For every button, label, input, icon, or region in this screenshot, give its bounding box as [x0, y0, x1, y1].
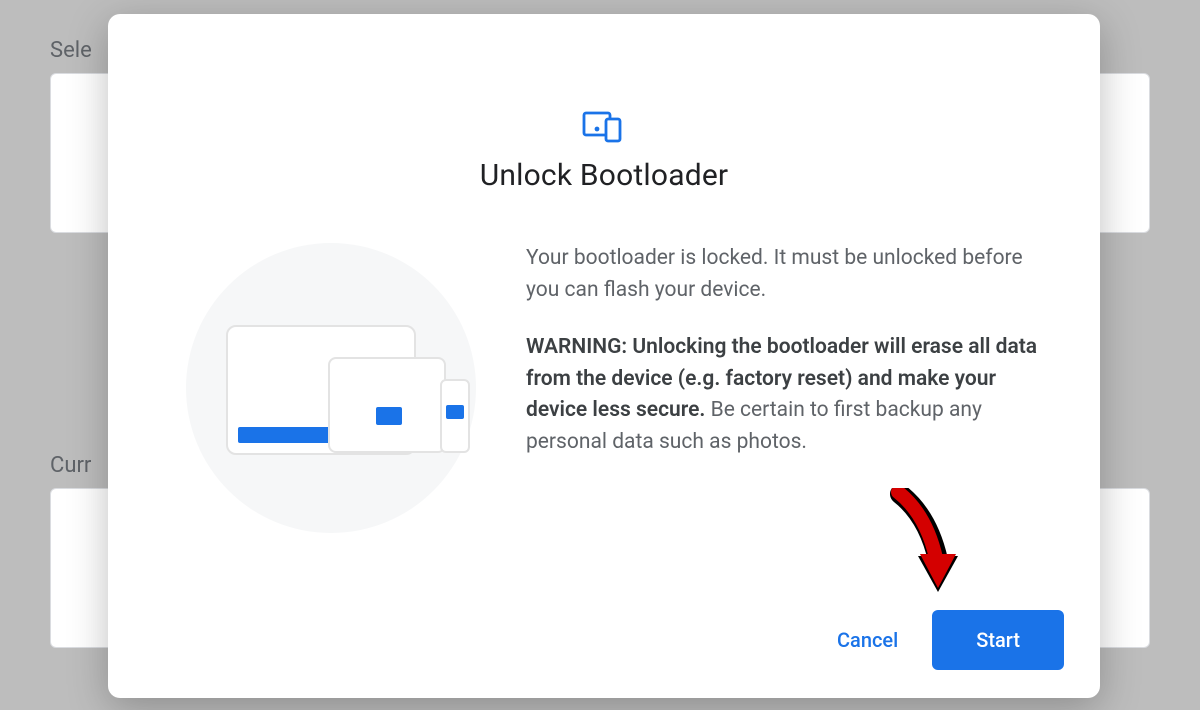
start-button[interactable]: Start — [932, 610, 1064, 670]
devices-illustration — [156, 249, 476, 509]
cancel-button[interactable]: Cancel — [829, 616, 906, 664]
dialog-description: Your bootloader is locked. It must be un… — [526, 243, 1052, 306]
devices-icon — [580, 108, 628, 144]
dialog-body: Your bootloader is locked. It must be un… — [136, 193, 1072, 610]
unlock-bootloader-dialog: Unlock Bootloader Your bootloader is loc… — [108, 14, 1100, 698]
dialog-header: Unlock Bootloader — [136, 44, 1072, 193]
dialog-actions: Cancel Start — [136, 610, 1072, 674]
dialog-text: Your bootloader is locked. It must be un… — [526, 243, 1072, 610]
dialog-warning: WARNING: Unlocking the bootloader will e… — [526, 332, 1052, 458]
illustration-column — [136, 243, 496, 610]
dialog-title: Unlock Bootloader — [136, 158, 1072, 193]
